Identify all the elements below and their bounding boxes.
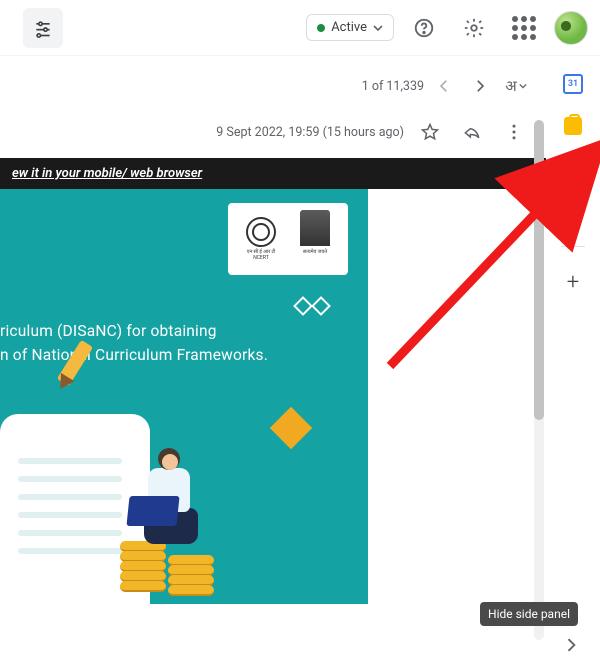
- illustration: [0, 374, 260, 604]
- lang-label: अ: [505, 76, 516, 96]
- caret-down-icon: [373, 23, 383, 33]
- hide-sidepanel-tooltip: Hide side panel: [480, 602, 578, 626]
- reply-icon: [462, 122, 482, 142]
- ncert-logo: एन सी ई आर टीNCERT: [239, 210, 283, 268]
- chevron-right-icon: [561, 635, 581, 655]
- calendar-app-button[interactable]: [563, 74, 583, 94]
- contacts-icon: [564, 201, 582, 219]
- decor-diamonds: [296, 299, 328, 313]
- view-in-browser-banner[interactable]: ew it in your mobile/ web browser: [0, 158, 546, 189]
- govt-emblem-logo: सत्यमेव जयते: [293, 210, 337, 268]
- sidepanel-separator: [561, 246, 585, 247]
- pencil-illustration: [42, 334, 112, 404]
- ncert-mark-icon: [246, 217, 276, 247]
- mail-area: 1 of 11,339 अ 9 Sept 2022, 19:59 (15 hou…: [0, 56, 546, 670]
- status-dropdown[interactable]: Active: [306, 14, 394, 41]
- scrollbar-track[interactable]: [534, 120, 544, 640]
- help-icon: [413, 17, 435, 39]
- plus-icon: +: [567, 272, 579, 294]
- prev-message-button[interactable]: [428, 70, 460, 102]
- google-apps-button[interactable]: [504, 8, 544, 48]
- tasks-icon: [564, 159, 582, 177]
- more-vertical-icon: [504, 122, 524, 142]
- status-dot-icon: [317, 24, 325, 32]
- email-logos: एन सी ई आर टीNCERT सत्यमेव जयते: [228, 203, 348, 275]
- filters-button[interactable]: [23, 8, 63, 48]
- banner-text: ew it in your mobile/ web browser: [12, 166, 202, 181]
- calendar-icon: [563, 74, 583, 94]
- status-label: Active: [331, 20, 367, 35]
- topbar-right: Active: [306, 8, 588, 48]
- tooltip-text: Hide side panel: [488, 607, 570, 621]
- message-timestamp: 9 Sept 2022, 19:59 (15 hours ago): [216, 125, 404, 140]
- topbar-left: [12, 8, 74, 48]
- side-panel: +: [546, 56, 600, 670]
- support-button[interactable]: [404, 8, 444, 48]
- emblem-caption: सत्यमेव जयते: [303, 249, 327, 255]
- settings-button[interactable]: [454, 8, 494, 48]
- pager: 1 of 11,339 अ: [0, 64, 546, 112]
- more-actions-button[interactable]: [498, 116, 530, 148]
- get-addons-button[interactable]: +: [563, 273, 583, 293]
- topbar: Active: [0, 0, 600, 56]
- tasks-app-button[interactable]: [563, 158, 583, 178]
- hide-sidepanel-button[interactable]: [556, 630, 586, 660]
- ashoka-emblem-icon: [300, 210, 330, 246]
- apps-grid-icon: [512, 16, 536, 40]
- pager-position: 1 of 11,339: [362, 79, 424, 94]
- input-language-button[interactable]: अ: [500, 70, 532, 102]
- person-illustration: [120, 452, 210, 562]
- chevron-left-icon: [435, 77, 453, 95]
- gear-icon: [463, 17, 485, 39]
- reply-button[interactable]: [456, 116, 488, 148]
- chevron-right-icon: [471, 77, 489, 95]
- keep-app-button[interactable]: [563, 116, 583, 136]
- star-outline-icon: [420, 122, 440, 142]
- stage: 1 of 11,339 अ 9 Sept 2022, 19:59 (15 hou…: [0, 56, 600, 670]
- sliders-icon: [33, 18, 53, 38]
- message-meta: 9 Sept 2022, 19:59 (15 hours ago): [0, 112, 546, 158]
- scrollbar-thumb[interactable]: [534, 120, 544, 420]
- decor-yellow-diamond: [270, 407, 312, 449]
- account-avatar[interactable]: [554, 11, 588, 45]
- keep-icon: [564, 117, 582, 135]
- caret-down-icon: [519, 82, 527, 90]
- star-button[interactable]: [414, 116, 446, 148]
- ncert-caption: एन सी ई आर टीNCERT: [247, 250, 276, 261]
- contacts-app-button[interactable]: [563, 200, 583, 220]
- next-message-button[interactable]: [464, 70, 496, 102]
- email-body: एन सी ई आर टीNCERT सत्यमेव जयते riculum …: [0, 189, 368, 604]
